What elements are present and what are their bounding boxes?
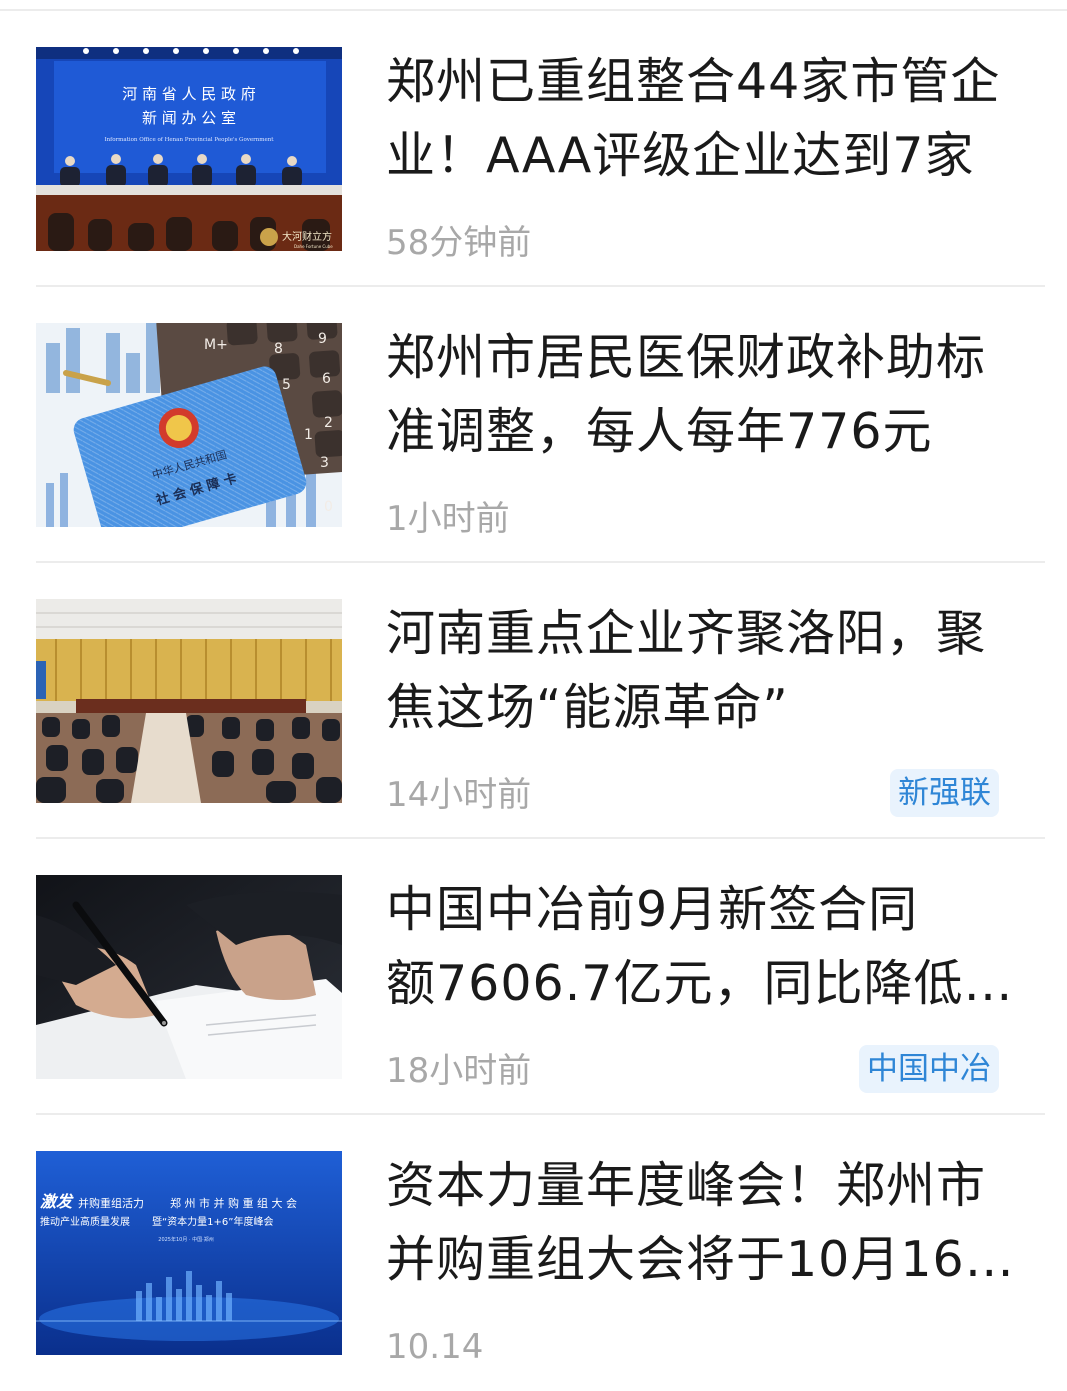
news-title-line: 郑州已重组整合44家市管企: [386, 53, 1001, 110]
thumb-text: 2: [324, 415, 333, 431]
stock-tag[interactable]: 新强联: [890, 769, 999, 817]
thumb-text: M+: [204, 337, 228, 353]
thumb-text: 激发: [40, 1192, 74, 1211]
thumb-text: 并购重组活力: [78, 1196, 144, 1210]
news-title-line: 河南重点企业齐聚洛阳，聚: [386, 605, 987, 662]
thumb-text: 1: [304, 427, 313, 443]
news-item[interactable]: M+ 8 9 5 6 2 3 0 1 中华人民共和国 社 会 保 障 卡 郑州市…: [36, 287, 1045, 563]
news-title-line: 郑州市居民医保财政补助标: [386, 329, 987, 386]
news-thumbnail[interactable]: 激发 并购重组活力 郑 州 市 并 购 重 组 大 会 推动产业高质量发展 暨“…: [36, 1151, 342, 1355]
news-item[interactable]: 河南重点企业齐聚洛阳，聚 焦这场“能源革命” 14小时前 新强联: [36, 563, 1045, 839]
news-item[interactable]: 河 南 省 人 民 政 府 新 闻 办 公 室 Information Offi…: [36, 11, 1045, 287]
news-time: 58分钟前: [386, 223, 532, 263]
news-title[interactable]: 中国中冶前9月新签合同 额7606.7亿元，同比降低14.3%: [386, 873, 1044, 1021]
stock-tag[interactable]: 中国中冶: [859, 1045, 999, 1093]
thumb-text: 3: [320, 455, 329, 471]
news-thumbnail[interactable]: 河 南 省 人 民 政 府 新 闻 办 公 室 Information Offi…: [36, 47, 342, 251]
contract-signing-image: [36, 875, 342, 1079]
news-item[interactable]: 中国中冶前9月新签合同 额7606.7亿元，同比降低14.3% 18小时前 中国…: [36, 839, 1045, 1115]
thumb-text: 8: [274, 341, 283, 357]
thumb-text: 推动产业高质量发展: [40, 1215, 130, 1228]
news-time: 1小时前: [386, 499, 510, 539]
thumb-text: 2025年10月 · 中国·郑州: [158, 1236, 213, 1243]
thumb-text: 9: [318, 331, 327, 347]
thumb-text: 0: [324, 499, 333, 515]
news-title-line: 额7606.7亿元，同比降低14.3%: [386, 955, 1044, 1012]
thumb-text: 河 南 省 人 民 政 府: [122, 85, 256, 103]
news-thumbnail[interactable]: [36, 599, 342, 803]
thumb-text: 6: [322, 371, 331, 387]
news-title[interactable]: 郑州已重组整合44家市管企 业！AAA评级企业达到7家: [386, 45, 1044, 193]
news-thumbnail[interactable]: M+ 8 9 5 6 2 3 0 1 中华人民共和国 社 会 保 障 卡: [36, 323, 342, 527]
thumb-text: Dahe Fortune Cube: [294, 244, 333, 249]
news-item[interactable]: 激发 并购重组活力 郑 州 市 并 购 重 组 大 会 推动产业高质量发展 暨“…: [36, 1115, 1045, 1391]
news-title[interactable]: 资本力量年度峰会！郑州市 并购重组大会将于10月16日召开: [386, 1149, 1044, 1297]
thumb-text: 5: [282, 377, 291, 393]
summit-banner-image: 激发 并购重组活力 郑 州 市 并 购 重 组 大 会 推动产业高质量发展 暨“…: [36, 1151, 342, 1355]
thumb-text: 暨“资本力量1+6”年度峰会: [152, 1215, 273, 1228]
news-time: 14小时前: [386, 775, 532, 815]
social-security-card-image: M+ 8 9 5 6 2 3 0 1 中华人民共和国 社 会 保 障 卡: [36, 323, 342, 527]
news-title-line: 中国中冶前9月新签合同: [386, 881, 919, 938]
news-title-line: 焦这场“能源革命”: [386, 679, 789, 736]
news-feed: 河 南 省 人 民 政 府 新 闻 办 公 室 Information Offi…: [36, 11, 1045, 1391]
news-time: 18小时前: [386, 1051, 532, 1091]
news-title-line: 准调整，每人每年776元: [386, 403, 933, 460]
thumb-text: Information Office of Henan Provincial P…: [104, 137, 274, 143]
news-thumbnail[interactable]: [36, 875, 342, 1079]
thumb-text: 大河财立方: [282, 230, 332, 243]
press-conference-image: 河 南 省 人 民 政 府 新 闻 办 公 室 Information Offi…: [36, 47, 342, 251]
news-title-line: 并购重组大会将于10月16日召开: [386, 1231, 1044, 1288]
thumb-text: 郑 州 市 并 购 重 组 大 会: [170, 1196, 297, 1210]
meeting-hall-image: [36, 599, 342, 803]
thumb-text: 新 闻 办 公 室: [142, 109, 236, 127]
news-time: 10.14: [386, 1327, 484, 1367]
news-title[interactable]: 河南重点企业齐聚洛阳，聚 焦这场“能源革命”: [386, 597, 1044, 745]
news-title-line: 业！AAA评级企业达到7家: [386, 127, 975, 184]
news-title-line: 资本力量年度峰会！郑州市: [386, 1157, 987, 1214]
news-title[interactable]: 郑州市居民医保财政补助标 准调整，每人每年776元: [386, 321, 1044, 469]
